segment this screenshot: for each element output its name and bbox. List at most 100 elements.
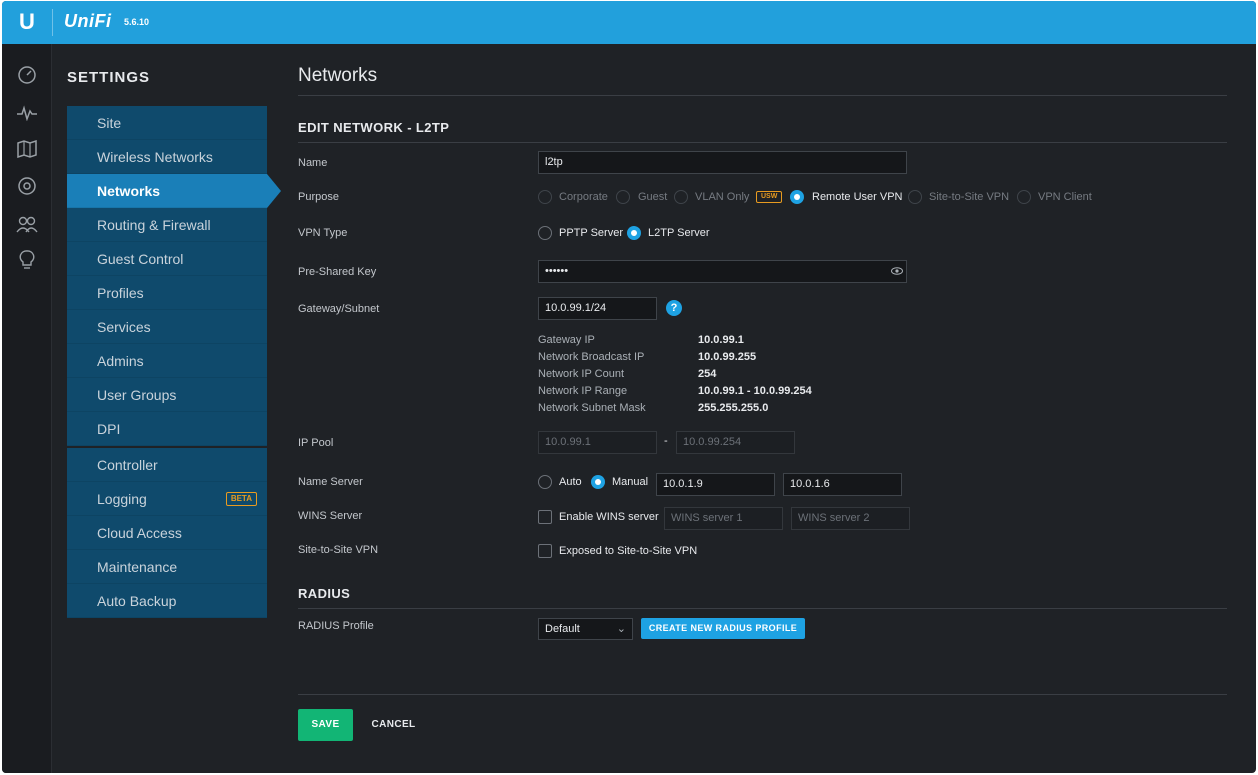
sidebar-item-site[interactable]: Site (67, 106, 267, 140)
wins-enable-label: Enable WINS server (559, 511, 659, 523)
version-label: 5.6.10 (124, 17, 150, 27)
radius-divider (298, 608, 1227, 609)
sidebar-item-dpi[interactable]: DPI (67, 412, 267, 446)
info-ip-range-value: 10.0.99.1 - 10.0.99.254 (698, 385, 812, 397)
insights-icon[interactable] (16, 249, 38, 271)
sidebar-item-auto-backup[interactable]: Auto Backup (67, 584, 267, 618)
gateway-label: Gateway/Subnet (298, 303, 380, 315)
ns-manual-label: Manual (612, 476, 649, 488)
sidebar-item-profiles[interactable]: Profiles (67, 276, 267, 310)
info-broadcast-value: 10.0.99.255 (698, 351, 757, 363)
help-icon[interactable]: ? (666, 300, 682, 316)
page-title: Networks (298, 65, 378, 86)
create-radius-profile-button[interactable]: CREATE NEW RADIUS PROFILE (641, 618, 805, 639)
name-input[interactable]: l2tp (538, 151, 907, 174)
sidebar-item-admins[interactable]: Admins (67, 344, 267, 378)
info-ip-count-key: Network IP Count (538, 368, 625, 380)
purpose-remote-user-vpn-label: Remote User VPN (812, 191, 903, 203)
info-subnet-mask-value: 255.255.255.0 (698, 402, 769, 414)
purpose-label: Purpose (298, 191, 339, 203)
purpose-site-to-site-vpn-label: Site-to-Site VPN (929, 191, 1010, 203)
s2s-exposed-checkbox[interactable] (538, 544, 552, 558)
purpose-guest-radio[interactable] (616, 190, 630, 204)
devices-icon[interactable] (16, 175, 38, 197)
purpose-site-to-site-vpn-radio[interactable] (908, 190, 922, 204)
radius-profile-select[interactable]: Default ⌄ (538, 618, 633, 640)
icon-sidebar (2, 44, 52, 773)
s2s-label: Site-to-Site VPN (298, 544, 379, 556)
wins-label: WINS Server (298, 510, 363, 522)
beta-badge: BETA (225, 492, 257, 506)
usw-badge: USW (756, 191, 783, 203)
info-ip-range-key: Network IP Range (538, 385, 628, 397)
info-subnet-mask-key: Network Subnet Mask (538, 402, 646, 414)
purpose-corporate-label: Corporate (559, 191, 608, 203)
psk-input[interactable]: •••••• (538, 260, 907, 283)
ns-manual-radio[interactable] (591, 475, 605, 489)
s2s-exposed-label: Exposed to Site-to-Site VPN (559, 545, 698, 557)
unifi-brand: UniFi (64, 11, 112, 31)
ns-auto-label: Auto (559, 476, 582, 488)
footer-divider (298, 694, 1227, 695)
radius-profile-label: RADIUS Profile (298, 620, 374, 632)
purpose-vpn-client-label: VPN Client (1038, 191, 1092, 203)
name-server-2-input[interactable]: 10.0.1.6 (783, 473, 902, 496)
vpn-type-pptp-radio[interactable] (538, 226, 552, 240)
purpose-corporate-radio[interactable] (538, 190, 552, 204)
top-bar: U UniFi 5.6.10 (2, 1, 1256, 44)
purpose-guest-label: Guest (638, 191, 668, 203)
gateway-input[interactable]: 10.0.99.1/24 (538, 297, 657, 320)
purpose-vpn-client-radio[interactable] (1017, 190, 1031, 204)
purpose-vlan-only-label: VLAN Only (695, 191, 750, 203)
info-gateway-ip-key: Gateway IP (538, 334, 595, 346)
radius-profile-value: Default (545, 623, 580, 635)
clients-icon[interactable] (16, 213, 38, 235)
purpose-remote-user-vpn-radio[interactable] (790, 190, 804, 204)
save-button[interactable]: SAVE (298, 709, 353, 741)
wins-server-2-input[interactable]: WINS server 2 (791, 507, 910, 530)
settings-nav: Site Wireless Networks Networks Routing … (67, 106, 281, 618)
sidebar-item-guest-control[interactable]: Guest Control (67, 242, 267, 276)
ubiquiti-logo[interactable]: U (16, 10, 38, 34)
ip-pool-start-input[interactable]: 10.0.99.1 (538, 431, 657, 454)
name-label: Name (298, 157, 328, 169)
show-password-icon[interactable] (891, 267, 903, 275)
chevron-down-icon: ⌄ (616, 623, 626, 635)
unifi-window: U UniFi 5.6.10 SETTINGS Site Wireless Ne… (2, 1, 1256, 773)
sidebar-item-logging[interactable]: Logging BETA (67, 482, 267, 516)
name-server-1-input[interactable]: 10.0.1.9 (656, 473, 775, 496)
psk-label: Pre-Shared Key (298, 266, 377, 278)
vpn-type-pptp-label: PPTP Server (559, 227, 623, 239)
vpn-type-l2tp-radio[interactable] (627, 226, 641, 240)
sidebar-item-maintenance[interactable]: Maintenance (67, 550, 267, 584)
ip-pool-dash: - (664, 435, 668, 447)
sidebar-item-user-groups[interactable]: User Groups (67, 378, 267, 412)
dashboard-icon[interactable] (16, 64, 38, 86)
info-ip-count-value: 254 (698, 368, 717, 380)
sidebar-item-wireless-networks[interactable]: Wireless Networks (67, 140, 267, 174)
info-broadcast-key: Network Broadcast IP (538, 351, 645, 363)
sidebar-item-cloud-access[interactable]: Cloud Access (67, 516, 267, 550)
sidebar-item-routing-firewall[interactable]: Routing & Firewall (67, 208, 267, 242)
sidebar-item-logging-label: Logging (97, 491, 147, 507)
radius-section-title: RADIUS (298, 586, 351, 601)
title-divider (298, 95, 1227, 96)
purpose-vlan-only-radio[interactable] (674, 190, 688, 204)
section-title: EDIT NETWORK - L2TP (298, 120, 450, 135)
sidebar-item-networks[interactable]: Networks (67, 174, 281, 208)
ip-pool-end-input[interactable]: 10.0.99.254 (676, 431, 795, 454)
wins-enable-checkbox[interactable] (538, 510, 552, 524)
ns-auto-radio[interactable] (538, 475, 552, 489)
sidebar-item-services[interactable]: Services (67, 310, 267, 344)
topbar-divider (52, 9, 53, 36)
map-icon[interactable] (16, 138, 38, 160)
statistics-icon[interactable] (16, 102, 38, 124)
vpn-type-label: VPN Type (298, 227, 348, 239)
cancel-button[interactable]: CANCEL (366, 709, 421, 741)
sidebar-item-controller[interactable]: Controller (67, 448, 267, 482)
settings-title: SETTINGS (67, 69, 151, 86)
info-gateway-ip-value: 10.0.99.1 (698, 334, 744, 346)
name-server-label: Name Server (298, 476, 363, 488)
wins-server-1-input[interactable]: WINS server 1 (664, 507, 783, 530)
section-divider (298, 142, 1227, 143)
